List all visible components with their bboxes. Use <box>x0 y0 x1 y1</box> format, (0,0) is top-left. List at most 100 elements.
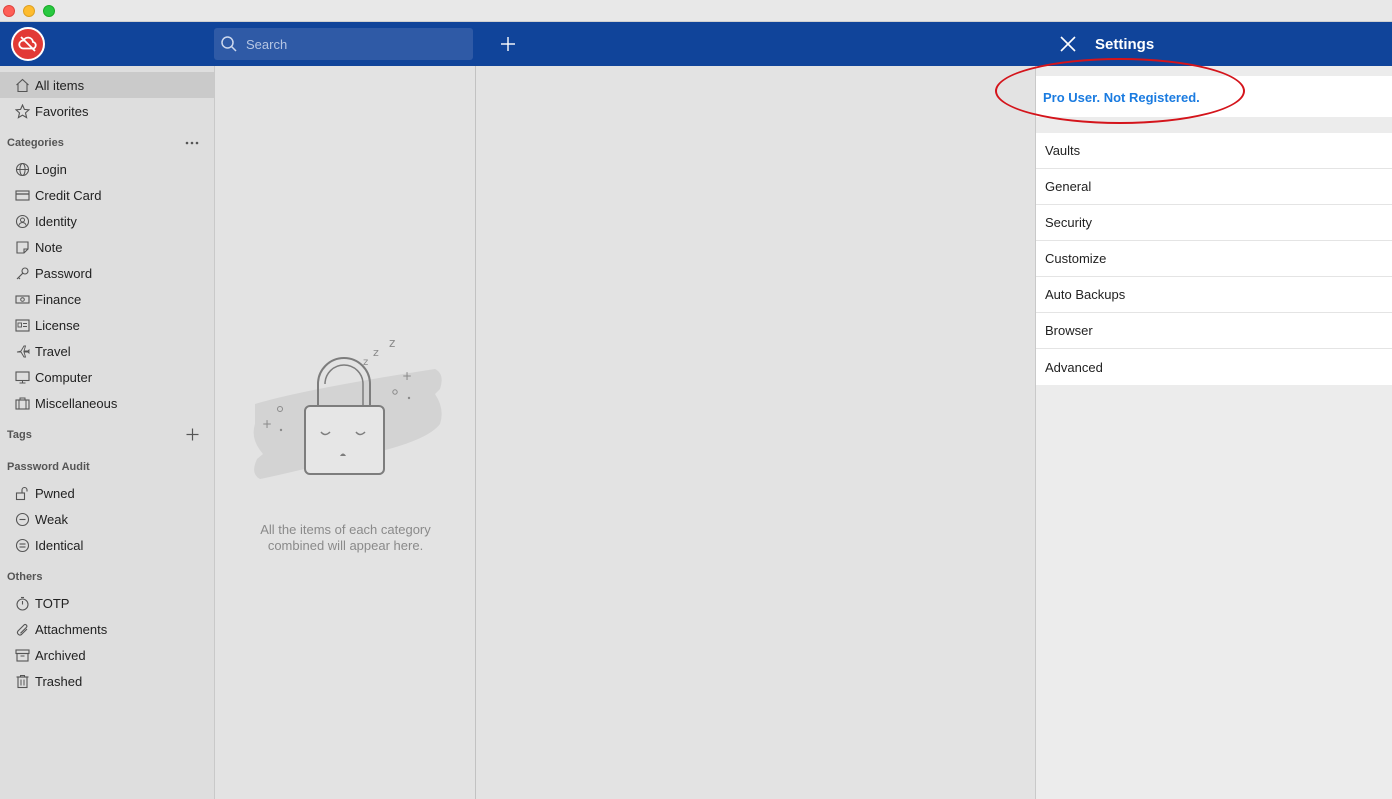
search-input[interactable] <box>246 28 466 60</box>
sidebar-item-label: Miscellaneous <box>35 395 118 411</box>
monitor-icon <box>14 369 30 385</box>
sidebar-item-label: Identity <box>35 213 77 229</box>
item-list-panel: z z z + + All the items of each category… <box>215 66 476 799</box>
settings-title: Settings <box>1095 36 1155 53</box>
globe-icon <box>14 161 30 177</box>
sidebar-item-label: Travel <box>35 343 71 359</box>
pro-status-link[interactable]: Pro User. Not Registered. <box>1043 90 1200 105</box>
sidebar-item-license[interactable]: License <box>0 312 214 338</box>
sidebar-item-login[interactable]: Login <box>0 156 214 182</box>
sidebar-item-identity[interactable]: Identity <box>0 208 214 234</box>
unlock-icon <box>14 485 30 501</box>
license-icon <box>14 317 30 333</box>
sleeping-lock-illustration: z z z + + <box>245 334 445 489</box>
sidebar-item-credit-card[interactable]: Credit Card <box>0 182 214 208</box>
sidebar-item-label: Archived <box>35 647 86 663</box>
sidebar-item-favorites[interactable]: Favorites <box>0 98 214 124</box>
settings-item-advanced[interactable]: Advanced <box>1036 349 1392 385</box>
sidebar-item-password[interactable]: Password <box>0 260 214 286</box>
svg-text:+: + <box>402 369 412 383</box>
timer-icon <box>14 595 30 611</box>
sidebar-item-archived[interactable]: Archived <box>0 642 214 668</box>
sidebar-item-totp[interactable]: TOTP <box>0 590 214 616</box>
sidebar-item-label: TOTP <box>35 595 70 611</box>
app-logo-icon <box>11 27 45 61</box>
sidebar-item-label: Finance <box>35 291 82 307</box>
svg-text:+: + <box>262 417 272 431</box>
search-icon <box>220 35 238 58</box>
sidebar-item-trashed[interactable]: Trashed <box>0 668 214 694</box>
sidebar-item-label: Pwned <box>35 485 75 501</box>
tags-heading: Tags <box>7 429 32 441</box>
sidebar-item-computer[interactable]: Computer <box>0 364 214 390</box>
archive-icon <box>14 647 30 663</box>
password-audit-heading: Password Audit <box>7 461 90 473</box>
equal-circle-icon <box>14 537 30 553</box>
sidebar-item-weak[interactable]: Weak <box>0 506 214 532</box>
add-tag-button[interactable] <box>183 426 201 442</box>
settings-item-general[interactable]: General <box>1036 169 1392 205</box>
settings-panel: Settings Pro User. Not Registered. Vault… <box>995 22 1392 799</box>
window-titlebar <box>0 0 1392 22</box>
money-icon <box>14 291 30 307</box>
close-settings-button[interactable] <box>1058 34 1078 54</box>
sidebar-item-attachments[interactable]: Attachments <box>0 616 214 642</box>
close-window-button[interactable] <box>3 5 15 17</box>
app-header <box>0 22 1036 66</box>
sidebar-item-label: Credit Card <box>35 187 102 203</box>
plus-icon <box>501 37 515 51</box>
sidebar-item-label: Identical <box>35 537 84 553</box>
sidebar-item-label: Weak <box>35 511 68 527</box>
settings-item-customize[interactable]: Customize <box>1036 241 1392 277</box>
key-icon <box>14 265 30 281</box>
sidebar-item-label: Attachments <box>35 621 108 637</box>
sidebar-item-label: All items <box>35 77 85 93</box>
plane-icon <box>14 343 30 359</box>
sidebar-item-note[interactable]: Note <box>0 234 214 260</box>
sidebar: All items Favorites Categories Login Cre… <box>0 66 215 799</box>
home-icon <box>14 77 30 93</box>
sidebar-item-label: License <box>35 317 80 333</box>
sidebar-item-finance[interactable]: Finance <box>0 286 214 312</box>
note-icon <box>14 239 30 255</box>
sidebar-item-miscellaneous[interactable]: Miscellaneous <box>0 390 214 416</box>
sidebar-item-label: Computer <box>35 369 93 385</box>
empty-state-line-1: All the items of each category <box>260 522 431 537</box>
plus-icon <box>186 428 198 440</box>
settings-item-browser[interactable]: Browser <box>1036 313 1392 349</box>
svg-text:z: z <box>373 346 379 359</box>
star-icon <box>14 103 30 119</box>
sidebar-item-all-items[interactable]: All items <box>0 72 214 98</box>
empty-state-line-2: combined will appear here. <box>267 538 424 553</box>
sidebar-item-label: Note <box>35 239 63 255</box>
close-icon <box>1060 36 1076 52</box>
pro-status-box: Pro User. Not Registered. <box>1036 76 1392 117</box>
sidebar-item-pwned[interactable]: Pwned <box>0 480 214 506</box>
briefcase-icon <box>14 395 30 411</box>
minus-circle-icon <box>14 511 30 527</box>
categories-more-button[interactable] <box>183 135 201 151</box>
svg-text:z: z <box>389 336 395 350</box>
sidebar-item-label: Password <box>35 265 93 281</box>
search-box <box>214 28 473 60</box>
settings-item-auto-backups[interactable]: Auto Backups <box>1036 277 1392 313</box>
sidebar-item-travel[interactable]: Travel <box>0 338 214 364</box>
trash-icon <box>14 673 30 689</box>
sidebar-item-identical[interactable]: Identical <box>0 532 214 558</box>
item-detail-panel <box>476 66 1036 799</box>
settings-header: Settings <box>1036 22 1392 66</box>
sidebar-item-label: Login <box>35 161 67 177</box>
settings-menu: Vaults General Security Customize Auto B… <box>1036 133 1392 385</box>
svg-text:z: z <box>363 357 368 368</box>
zoom-window-button[interactable] <box>43 5 55 17</box>
add-item-button[interactable] <box>496 32 520 56</box>
categories-heading: Categories <box>7 137 64 149</box>
settings-item-vaults[interactable]: Vaults <box>1036 133 1392 169</box>
sidebar-item-label: Trashed <box>35 673 83 689</box>
others-heading: Others <box>7 571 43 583</box>
minimize-window-button[interactable] <box>23 5 35 17</box>
sidebar-item-label: Favorites <box>35 103 89 119</box>
credit-card-icon <box>14 187 30 203</box>
settings-item-security[interactable]: Security <box>1036 205 1392 241</box>
identity-icon <box>14 213 30 229</box>
